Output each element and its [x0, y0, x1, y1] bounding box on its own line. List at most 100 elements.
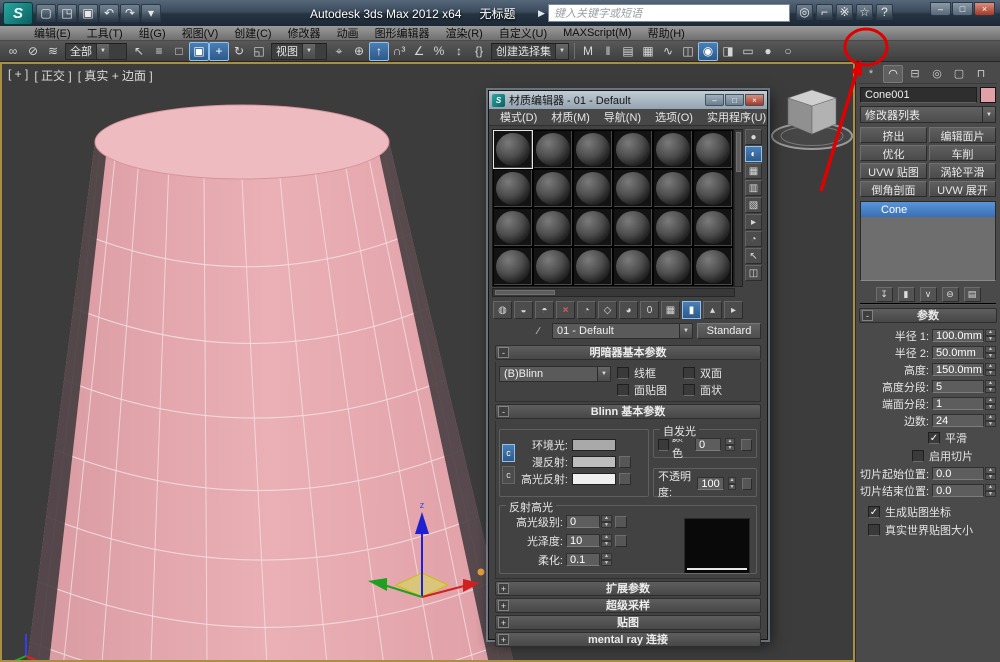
material-sample-slot[interactable] — [693, 247, 733, 286]
reset-map-icon[interactable]: × — [556, 301, 575, 319]
material-sample-slot[interactable] — [493, 247, 533, 286]
named-selection-sets-dropdown[interactable]: 创建选择集 — [491, 43, 569, 60]
material-sample-slot[interactable] — [693, 130, 733, 169]
material-sample-slot[interactable] — [573, 247, 613, 286]
modifier-button[interactable]: 优化 — [860, 145, 927, 161]
smooth-checkbox[interactable] — [928, 432, 940, 444]
tab-display[interactable]: ▢ — [949, 65, 969, 83]
menu-item[interactable]: 模式(D) — [494, 109, 543, 125]
spinner[interactable] — [985, 467, 996, 480]
menu-item[interactable]: 动画 — [329, 25, 367, 41]
menu-item[interactable]: 自定义(U) — [491, 25, 555, 41]
maximize-button[interactable]: □ — [952, 2, 973, 16]
scrollbar-thumb[interactable] — [736, 132, 741, 172]
parameter-field[interactable]: 24 — [932, 414, 984, 427]
spinner[interactable] — [601, 534, 612, 547]
render-production-icon[interactable]: ● — [758, 42, 778, 61]
material-sample-slot[interactable] — [533, 247, 573, 286]
slots-horizontal-scrollbar[interactable] — [492, 288, 735, 297]
rollout-state-icon[interactable]: + — [498, 634, 509, 645]
material-sample-slot[interactable] — [493, 208, 533, 247]
backlight-icon[interactable]: ◐ — [745, 146, 762, 162]
diffuse-specular-lock-icon[interactable]: c — [502, 466, 515, 484]
material-sample-slot[interactable] — [573, 169, 613, 208]
dropdown-arrow-icon[interactable] — [597, 367, 610, 381]
rollout-state-icon[interactable]: + — [498, 600, 509, 611]
material-sample-slot[interactable] — [613, 247, 653, 286]
modifier-button[interactable]: 挤出 — [860, 127, 927, 143]
close-button[interactable]: × — [974, 2, 995, 16]
select-and-scale-icon[interactable]: ◱ — [249, 42, 269, 61]
bind-to-space-warp-icon[interactable]: ≋ — [43, 42, 63, 61]
material-sample-slot[interactable] — [613, 208, 653, 247]
diffuse-map-button[interactable] — [619, 456, 631, 468]
go-to-parent-icon[interactable]: ▴ — [703, 301, 722, 319]
help-icon[interactable]: ? — [876, 4, 893, 20]
opacity-map-button[interactable] — [742, 478, 752, 490]
viewport-pov-menu[interactable]: [ 正交 ] — [34, 67, 71, 84]
spinner[interactable] — [601, 515, 612, 528]
material-sample-slot[interactable] — [653, 247, 693, 286]
parameter-field[interactable]: 0.0 — [932, 484, 984, 497]
make-preview-icon[interactable]: ▸ — [745, 214, 762, 230]
mirror-icon[interactable]: M — [578, 42, 598, 61]
material-sample-slot[interactable] — [693, 208, 733, 247]
align-icon[interactable]: ‖ — [598, 42, 618, 61]
select-and-move-icon[interactable]: + — [209, 42, 229, 61]
collapsed-rollout-header[interactable]: + 贴图 — [495, 615, 761, 630]
menu-item[interactable]: 帮助(H) — [640, 25, 693, 41]
select-object-icon[interactable]: ↖ — [129, 42, 149, 61]
ambient-color-swatch[interactable] — [572, 439, 616, 451]
selection-filter-dropdown[interactable]: 全部 — [65, 43, 127, 60]
favorites-star-icon[interactable]: ☆ — [856, 4, 873, 20]
menu-item[interactable]: 视图(V) — [174, 25, 227, 41]
select-by-material-icon[interactable]: ↖ — [745, 248, 762, 264]
pin-stack-icon[interactable]: ↧ — [876, 287, 893, 302]
view-cube[interactable] — [772, 90, 852, 149]
spinner[interactable] — [985, 363, 996, 376]
scrollbar-thumb[interactable] — [495, 290, 555, 295]
percent-snap-icon[interactable]: % — [429, 42, 449, 61]
collapsed-rollout-header[interactable]: + 超级采样 — [495, 598, 761, 613]
material-sample-slot[interactable] — [693, 169, 733, 208]
stack-item[interactable]: Cone — [861, 202, 995, 217]
material-name-dropdown[interactable]: 01 - Default — [552, 323, 693, 339]
pick-material-eyedropper-icon[interactable]: ∕ — [529, 322, 548, 340]
menu-item[interactable]: 选项(O) — [649, 109, 699, 125]
parameter-field[interactable]: 50.0mm — [932, 346, 984, 359]
parameter-field[interactable]: 100.0mm — [932, 329, 984, 342]
material-sample-slot[interactable] — [613, 169, 653, 208]
new-file-icon[interactable]: ▢ — [36, 4, 56, 22]
rollout-state-icon[interactable]: - — [498, 347, 509, 358]
blinn-rollout-header[interactable]: - Blinn 基本参数 — [495, 404, 761, 419]
material-sample-slot[interactable] — [653, 130, 693, 169]
select-and-link-icon[interactable]: ∞ — [3, 42, 23, 61]
go-forward-sibling-icon[interactable]: ▸ — [724, 301, 743, 319]
spinner[interactable] — [985, 329, 996, 342]
remove-modifier-icon[interactable]: ⊖ — [942, 287, 959, 302]
parameter-field[interactable]: 10 — [566, 534, 600, 547]
menu-item[interactable]: 修改器 — [280, 25, 329, 41]
spinner[interactable] — [985, 414, 996, 427]
self-illum-color-checkbox[interactable] — [658, 439, 669, 451]
menu-item[interactable]: 图形编辑器 — [367, 25, 438, 41]
redo-icon[interactable]: ↷ — [120, 4, 140, 22]
show-end-result-icon[interactable]: ▮ — [898, 287, 915, 302]
viewport-shading-menu[interactable]: [ 真实 + 边面 ] — [78, 67, 153, 84]
schematic-view-icon[interactable]: ◫ — [678, 42, 698, 61]
spinner[interactable] — [985, 397, 996, 410]
material-sample-slot[interactable] — [533, 130, 573, 169]
background-icon[interactable]: ▦ — [745, 163, 762, 179]
search-icon[interactable]: ◎ — [796, 4, 813, 20]
communication-center-icon[interactable]: ※ — [836, 4, 853, 20]
tab-modify[interactable]: ◠ — [883, 65, 903, 83]
layer-manager-icon[interactable]: ▤ — [618, 42, 638, 61]
rollout-state-icon[interactable]: + — [498, 617, 509, 628]
menu-item[interactable]: 导航(N) — [598, 109, 647, 125]
dropdown-arrow-icon[interactable] — [302, 44, 315, 59]
minimize-button[interactable]: – — [705, 94, 724, 106]
material-editor-titlebar[interactable]: S 材质编辑器 - 01 - Default –□× — [489, 91, 767, 109]
material-sample-slot[interactable] — [573, 130, 613, 169]
close-button[interactable]: × — [745, 94, 764, 106]
parameter-field[interactable]: 0.0 — [932, 467, 984, 480]
